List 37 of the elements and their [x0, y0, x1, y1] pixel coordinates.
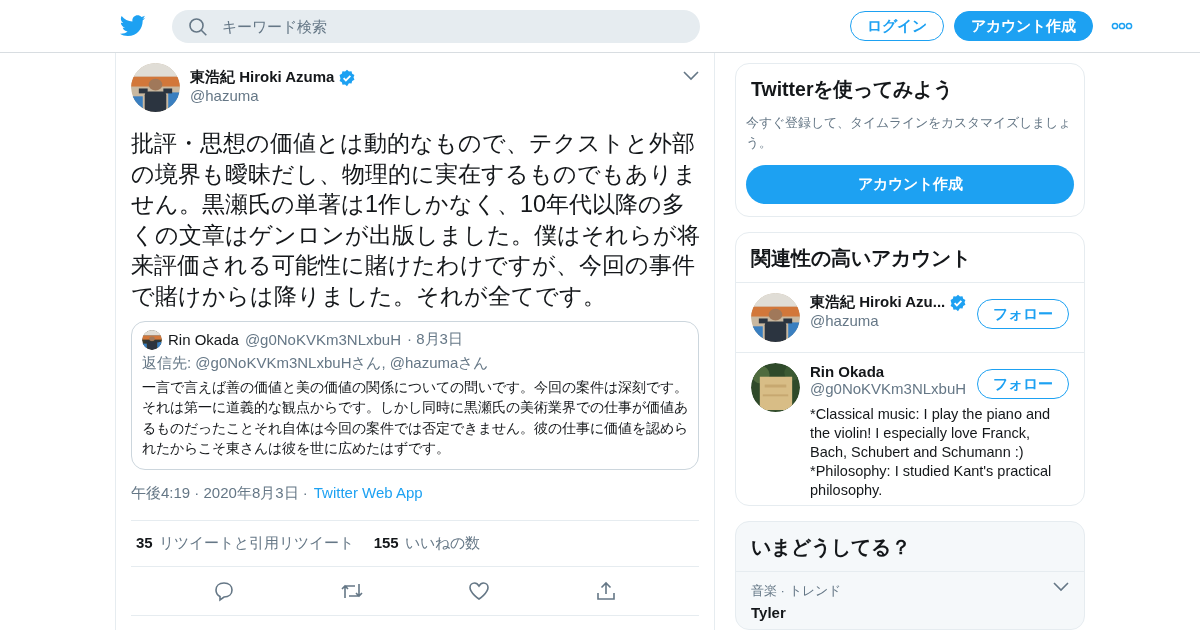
stat-count[interactable]: 35 リツイートと引用リツイート — [136, 533, 354, 553]
quoted-tweet-date: · 8月3日 — [407, 330, 463, 350]
card-title: Twitterを使ってみよう — [750, 77, 955, 102]
follow-button[interactable]: フォロー — [977, 369, 1069, 400]
card-text: 今すぐ登録して、タイムラインをカスタマイズしましょう。 — [745, 114, 1072, 152]
stat-count[interactable]: 155 いいねの数 — [373, 533, 480, 553]
reply-to-text: 返信先: @g0NoKVKm3NLxbuHさん, @hazumaさん — [142, 353, 490, 373]
quoted-author-handle: @g0NoKVKm3NLxbuH — [244, 331, 401, 349]
quoted-author-name: Rin Okada — [168, 331, 239, 349]
tweet-text: 批評・思想の価値とは動的なもので、テクストと外部の境界も曖昧だし、物理的に実在するものでもありません。黒瀬氏の単著は1作しかなく、10年代以降の多くの文章はゲンロンが出版しました。僕はそれらが将来評価される可能性に賭けたわけですが、今回の事件で賭けからは降りました。それが全てです。 — [131, 129, 701, 311]
chevron-down-icon[interactable] — [1053, 582, 1069, 592]
trend-name[interactable]: Tyler — [751, 604, 1053, 621]
quoted-tweet-text: 一言で言えば善の価値と美の価値の関係についての問いです。今回の案件は深刻です。それは第一に道義的な観点からです。しかし同時に黒瀬氏の美術業界での仕事が価値あるものだったことそれ自体は今回の案件では否定できません。彼の仕事に価値を認められたからこそ東さんは彼を世に広めたはずです。 — [142, 377, 688, 459]
author-handle: @hazuma — [190, 87, 260, 104]
quoted-tweet[interactable] — [131, 320, 699, 470]
search-field[interactable]: キーワード検索 — [172, 9, 700, 43]
more-icon[interactable] — [1111, 22, 1133, 30]
login-button[interactable]: ログイン — [850, 11, 944, 41]
card-title: いまどうしてる？ — [750, 535, 912, 560]
like-icon[interactable] — [468, 579, 491, 602]
signup-button[interactable]: アカウント作成 — [954, 11, 1093, 41]
reply-icon[interactable] — [213, 579, 236, 602]
trend-context: 音楽 · トレンド — [751, 582, 842, 600]
follow-button[interactable]: フォロー — [977, 299, 1069, 330]
account-handle: @hazuma — [810, 312, 880, 330]
share-icon[interactable] — [594, 579, 617, 602]
account-name[interactable]: Rin Okada — [810, 363, 885, 381]
signup-button[interactable]: アカウント作成 — [746, 165, 1074, 204]
account-handle: @g0NoKVKm3NLxbuH — [810, 380, 968, 398]
tweet-timestamp: 午後4:19 · 2020年8月3日 · — [131, 483, 308, 503]
source-link[interactable]: Twitter Web App — [313, 483, 423, 503]
account-bio: *Classical music: I play the piano and the violin! I especially love Franck, Bach, Schubert and Schumann :) *Philosophy: I studied Kant's practical philosophy. — [810, 405, 1053, 501]
card-title: 関連性の高いアカウント — [750, 246, 972, 272]
account-name[interactable]: 東浩紀 Hiroki Azu... — [810, 293, 946, 313]
author-name: 東浩紀 Hiroki Azuma — [190, 68, 335, 87]
chevron-down-icon[interactable] — [683, 71, 699, 81]
twitter-bird-logo — [120, 15, 146, 37]
